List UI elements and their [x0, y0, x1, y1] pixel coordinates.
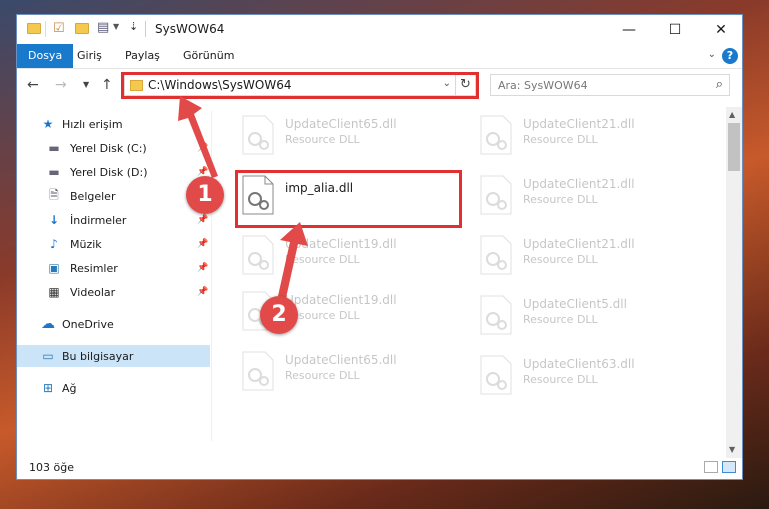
annotation-arrows	[178, 96, 308, 298]
step-badge-2: 2	[260, 296, 298, 334]
arrow-to-file	[278, 222, 308, 298]
step-badge-1: 1	[186, 176, 224, 214]
arrow-to-address	[178, 96, 218, 178]
